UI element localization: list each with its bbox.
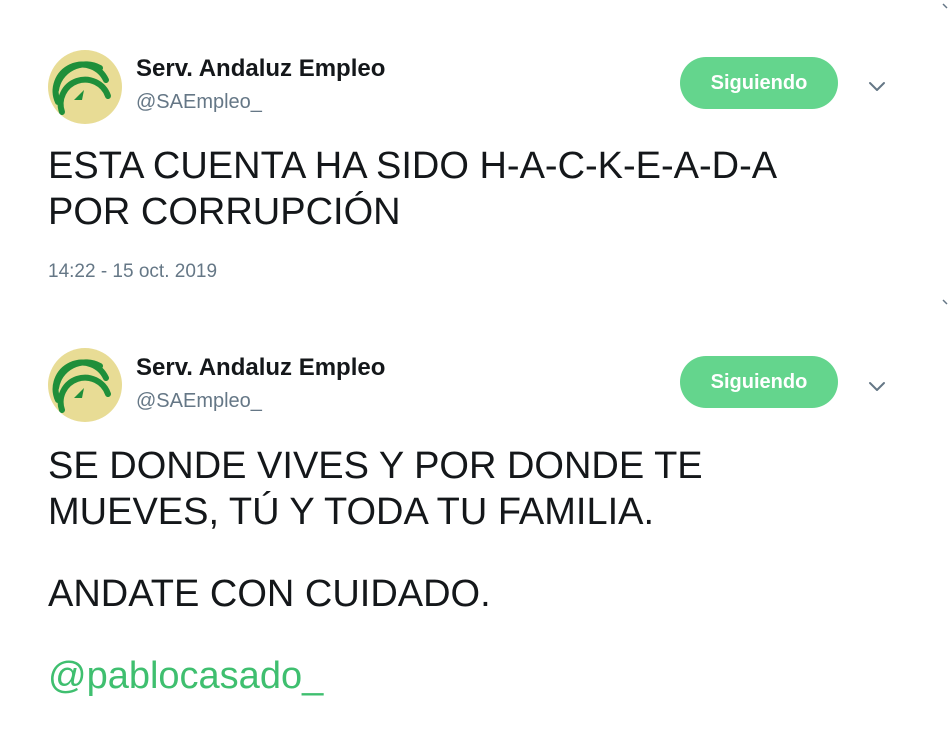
cropped-chevron-icon: [942, 299, 948, 305]
tweet-text-line: SE DONDE VIVES Y POR DONDE TE: [48, 445, 703, 487]
timestamp[interactable]: 14:22 - 15 oct. 2019: [48, 260, 217, 284]
mention-link[interactable]: @pablocasado_: [48, 653, 908, 699]
tweet-1: Serv. Andaluz Empleo @SAEmpleo_ Siguiend…: [0, 0, 948, 300]
chevron-down-icon: [869, 82, 885, 91]
author-handle[interactable]: @SAEmpleo_: [136, 389, 262, 413]
tweet-text: ESTA CUENTA HA SIDO H-A-C-K-E-A-D-A POR …: [48, 143, 908, 235]
sae-logo-icon: [52, 61, 111, 115]
tweet-text-line: ESTA CUENTA HA SIDO H-A-C-K-E-A-D-A: [48, 145, 778, 187]
tweet-text-line: MUEVES, TÚ Y TODA TU FAMILIA.: [48, 491, 655, 533]
author-handle[interactable]: @SAEmpleo_: [136, 90, 262, 114]
tweet-text: SE DONDE VIVES Y POR DONDE TE MUEVES, TÚ…: [48, 443, 908, 699]
sae-logo-icon: [52, 359, 111, 413]
avatar[interactable]: [48, 50, 122, 124]
more-options-button[interactable]: [862, 372, 892, 402]
tweet-2: Serv. Andaluz Empleo @SAEmpleo_ Siguiend…: [0, 300, 948, 752]
cropped-chevron-icon: [942, 3, 948, 9]
tweet-text-line: POR CORRUPCIÓN: [48, 191, 401, 233]
author-name[interactable]: Serv. Andaluz Empleo: [136, 354, 385, 382]
avatar[interactable]: [48, 348, 122, 422]
chevron-down-icon: [869, 382, 885, 391]
tweet-text-line: ANDATE CON CUIDADO.: [48, 573, 491, 615]
following-button[interactable]: Siguiendo: [680, 57, 838, 109]
more-options-button[interactable]: [862, 72, 892, 102]
following-button[interactable]: Siguiendo: [680, 356, 838, 408]
author-name[interactable]: Serv. Andaluz Empleo: [136, 55, 385, 83]
